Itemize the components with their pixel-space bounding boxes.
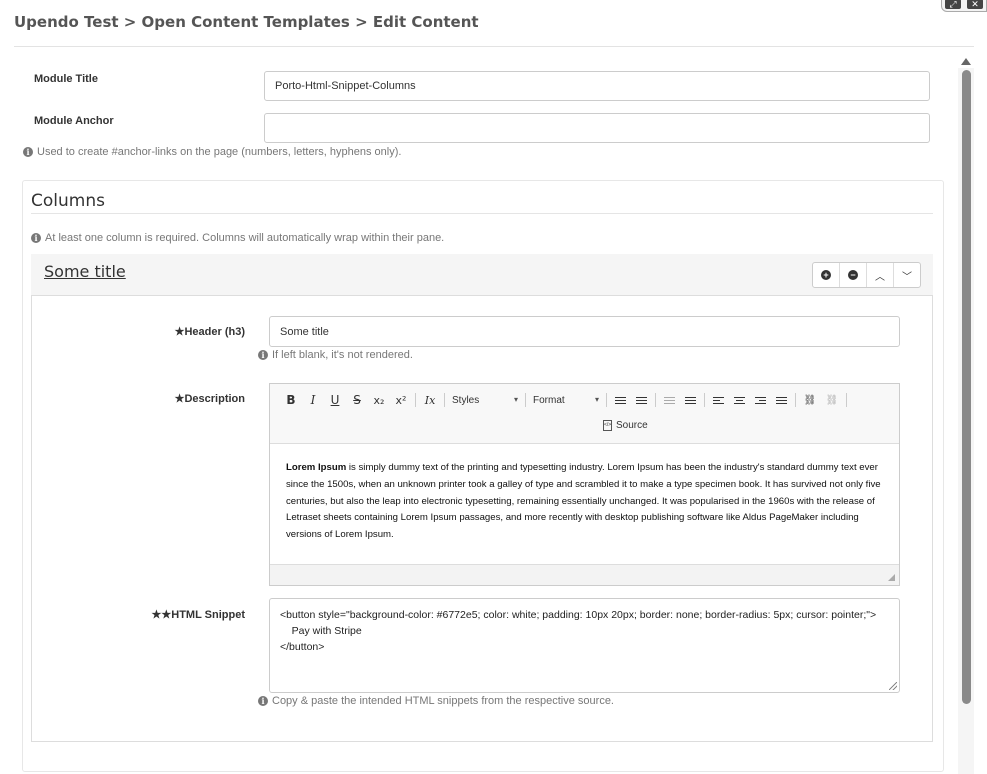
chevron-up-icon: ︿ [875,271,885,283]
module-anchor-help: i Used to create #anchor-links on the pa… [23,146,401,158]
columns-title: Columns [31,191,105,211]
info-circle-icon: i [258,350,268,360]
description-rich-editor: B I U S x₂ x² Ix Styles ▾ Format ▾ ⛓ ⛓ <… [269,383,900,586]
remove-column-button[interactable]: − [840,263,867,287]
superscript-button[interactable]: x² [390,394,412,407]
bulleted-list-icon[interactable] [636,396,647,404]
html-snippet-value: <button style="background-color: #6772e5… [280,609,877,653]
toolbar-separator [606,393,607,407]
html-snippet-help: i Copy & paste the intended HTML snippet… [258,695,614,707]
subscript-button[interactable]: x₂ [368,394,390,407]
scroll-up-arrow[interactable] [961,58,971,65]
toolbar-separator [525,393,526,407]
toolbar-separator [795,393,796,407]
column-item-controls: + − ︿ ﹀ [812,262,921,288]
align-justify-icon[interactable] [776,396,787,404]
underline-button[interactable]: U [324,393,346,407]
required-star: ★ [174,393,185,405]
toolbar-separator [704,393,705,407]
move-up-button[interactable]: ︿ [867,263,894,287]
header-h3-label: ★Header (h3) [45,325,245,338]
strikethrough-button[interactable]: S [346,393,368,407]
toolbar-separator [444,393,445,407]
html-snippet-textarea[interactable]: <button style="background-color: #6772e5… [269,598,900,693]
required-star: ★ [161,609,172,621]
toolbar-separator [846,393,847,407]
header-h3-input[interactable]: Some title [269,316,900,347]
caret-down-icon: ▾ [594,394,599,404]
move-down-button[interactable]: ﹀ [894,263,920,287]
source-button-label: Source [616,420,648,431]
info-circle-icon: i [258,696,268,706]
columns-help-text: At least one column is required. Columns… [45,232,445,244]
header-h3-help: i If left blank, it's not rendered. [258,349,413,361]
description-label-text: Description [184,393,245,405]
format-dropdown[interactable]: Format ▾ [529,395,603,406]
indent-icon[interactable] [685,396,696,404]
bold-button[interactable]: B [280,393,302,407]
italic-button[interactable]: I [302,393,324,407]
module-anchor-label: Module Anchor [34,115,114,127]
unlink-icon[interactable]: ⛓ [821,395,843,406]
info-circle-icon: i [23,147,33,157]
html-snippet-help-text: Copy & paste the intended HTML snippets … [272,695,614,707]
module-title-label: Module Title [34,73,98,85]
column-item-title[interactable]: Some title [44,262,126,281]
editor-toolbar-row: B I U S x₂ x² Ix Styles ▾ Format ▾ ⛓ ⛓ [280,391,850,409]
columns-divider [31,213,933,214]
column-item-header[interactable] [31,254,933,296]
header-h3-value: Some title [280,325,329,338]
editor-footer [270,564,899,585]
format-dropdown-label: Format [533,394,565,406]
required-star: ★ [151,609,162,621]
scrollbar-thumb[interactable] [962,70,971,704]
caret-down-icon: ▾ [513,394,518,404]
outdent-icon[interactable] [664,396,675,404]
align-left-icon[interactable] [713,396,724,404]
expand-icon[interactable]: ⤢ [945,0,961,9]
source-doc-icon: </> [603,420,612,431]
required-star: ★ [174,326,185,338]
module-title-input[interactable]: Porto-Html-Snippet-Columns [264,71,930,101]
module-anchor-input[interactable] [264,113,930,143]
numbered-list-icon[interactable] [615,396,626,404]
breadcrumb: Upendo Test > Open Content Templates > E… [14,13,479,31]
remove-format-button[interactable]: Ix [419,394,441,407]
align-center-icon[interactable] [734,396,745,404]
window-controls: ⤢ ✕ [941,0,987,12]
header-h3-label-text: Header (h3) [184,326,245,338]
header-h3-help-text: If left blank, it's not rendered. [272,349,413,361]
editor-resize-handle[interactable] [888,574,895,581]
link-icon[interactable]: ⛓ [799,395,821,406]
textarea-resize-handle[interactable] [889,682,897,690]
plus-circle-icon: + [821,270,831,280]
module-title-value: Porto-Html-Snippet-Columns [275,80,416,92]
toolbar-separator [655,393,656,407]
align-right-icon[interactable] [755,396,766,404]
description-body-text: is simply dummy text of the printing and… [286,462,881,541]
module-anchor-help-text: Used to create #anchor-links on the page… [37,146,402,158]
editor-toolbar: B I U S x₂ x² Ix Styles ▾ Format ▾ ⛓ ⛓ <… [270,384,899,444]
close-icon[interactable]: ✕ [967,0,983,9]
description-label: ★Description [45,392,245,405]
description-bold-text: Lorem Ipsum [286,462,347,473]
columns-help: i At least one column is required. Colum… [31,232,444,244]
source-button[interactable]: </> Source [603,420,648,431]
html-snippet-label: ★★HTML Snippet [45,608,245,621]
add-column-button[interactable]: + [813,263,840,287]
toolbar-separator [415,393,416,407]
description-content[interactable]: Lorem Ipsum is simply dummy text of the … [286,460,886,544]
chevron-down-icon: ﹀ [902,271,912,283]
header-divider [14,46,974,47]
html-snippet-label-text: HTML Snippet [171,609,245,621]
styles-dropdown[interactable]: Styles ▾ [448,395,522,406]
minus-circle-icon: − [848,270,858,280]
info-circle-icon: i [31,233,41,243]
styles-dropdown-label: Styles [452,394,480,406]
